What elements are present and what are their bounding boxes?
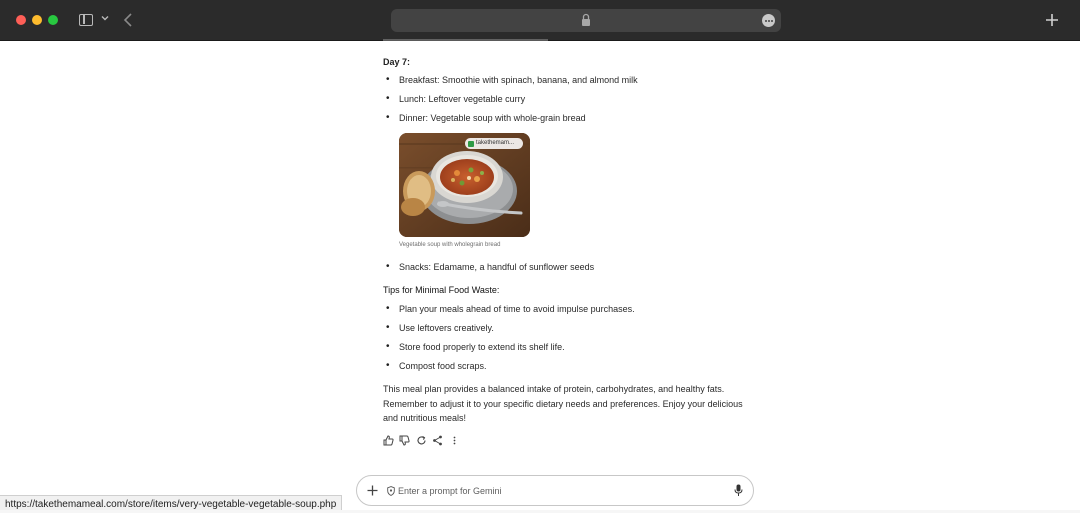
soup-image[interactable]: takethemam... (399, 133, 530, 237)
back-arrow-icon[interactable] (122, 12, 134, 28)
list-item: Lunch: Leftover vegetable curry (386, 93, 525, 104)
shield-icon (387, 486, 395, 496)
list-item: Plan your meals ahead of time to avoid i… (386, 303, 635, 314)
image-source-label: takethemam... (476, 140, 515, 146)
more-vert-icon[interactable] (449, 435, 460, 446)
list-item: Compost food scraps. (386, 360, 486, 371)
list-item: Snacks: Edamame, a handful of sunflower … (386, 261, 594, 272)
thumbs-up-icon[interactable] (383, 435, 394, 446)
list-item: Breakfast: Smoothie with spinach, banana… (386, 74, 638, 85)
closing-paragraph: This meal plan provides a balanced intak… (383, 384, 743, 424)
microphone-icon[interactable] (734, 484, 743, 497)
prompt-bar (356, 475, 754, 506)
sidebar-toggle-icon[interactable] (79, 14, 93, 26)
maximize-window-button[interactable] (48, 15, 58, 25)
lock-icon (582, 13, 590, 26)
list-item: Use leftovers creatively. (386, 322, 494, 333)
image-source-chip[interactable]: takethemam... (465, 138, 523, 149)
favicon-icon (468, 141, 474, 147)
address-bar[interactable] (391, 9, 781, 32)
thumbs-down-icon[interactable] (399, 435, 410, 446)
minimize-window-button[interactable] (32, 15, 42, 25)
add-attachment-icon[interactable] (367, 485, 378, 496)
list-item: Store food properly to extend its shelf … (386, 341, 565, 352)
share-icon[interactable] (432, 435, 443, 446)
close-window-button[interactable] (16, 15, 26, 25)
image-caption: Vegetable soup with wholegrain bread (399, 242, 501, 248)
page-menu-icon[interactable] (762, 14, 775, 27)
list-item: Dinner: Vegetable soup with whole-grain … (386, 112, 586, 123)
prompt-input[interactable] (398, 483, 718, 498)
tips-heading: Tips for Minimal Food Waste: (383, 285, 500, 295)
new-tab-icon[interactable] (1045, 13, 1059, 27)
regenerate-icon[interactable] (416, 435, 427, 446)
clipped-previous-line (383, 34, 583, 42)
day-heading: Day 7: (383, 57, 411, 67)
chevron-down-icon[interactable] (100, 13, 110, 23)
